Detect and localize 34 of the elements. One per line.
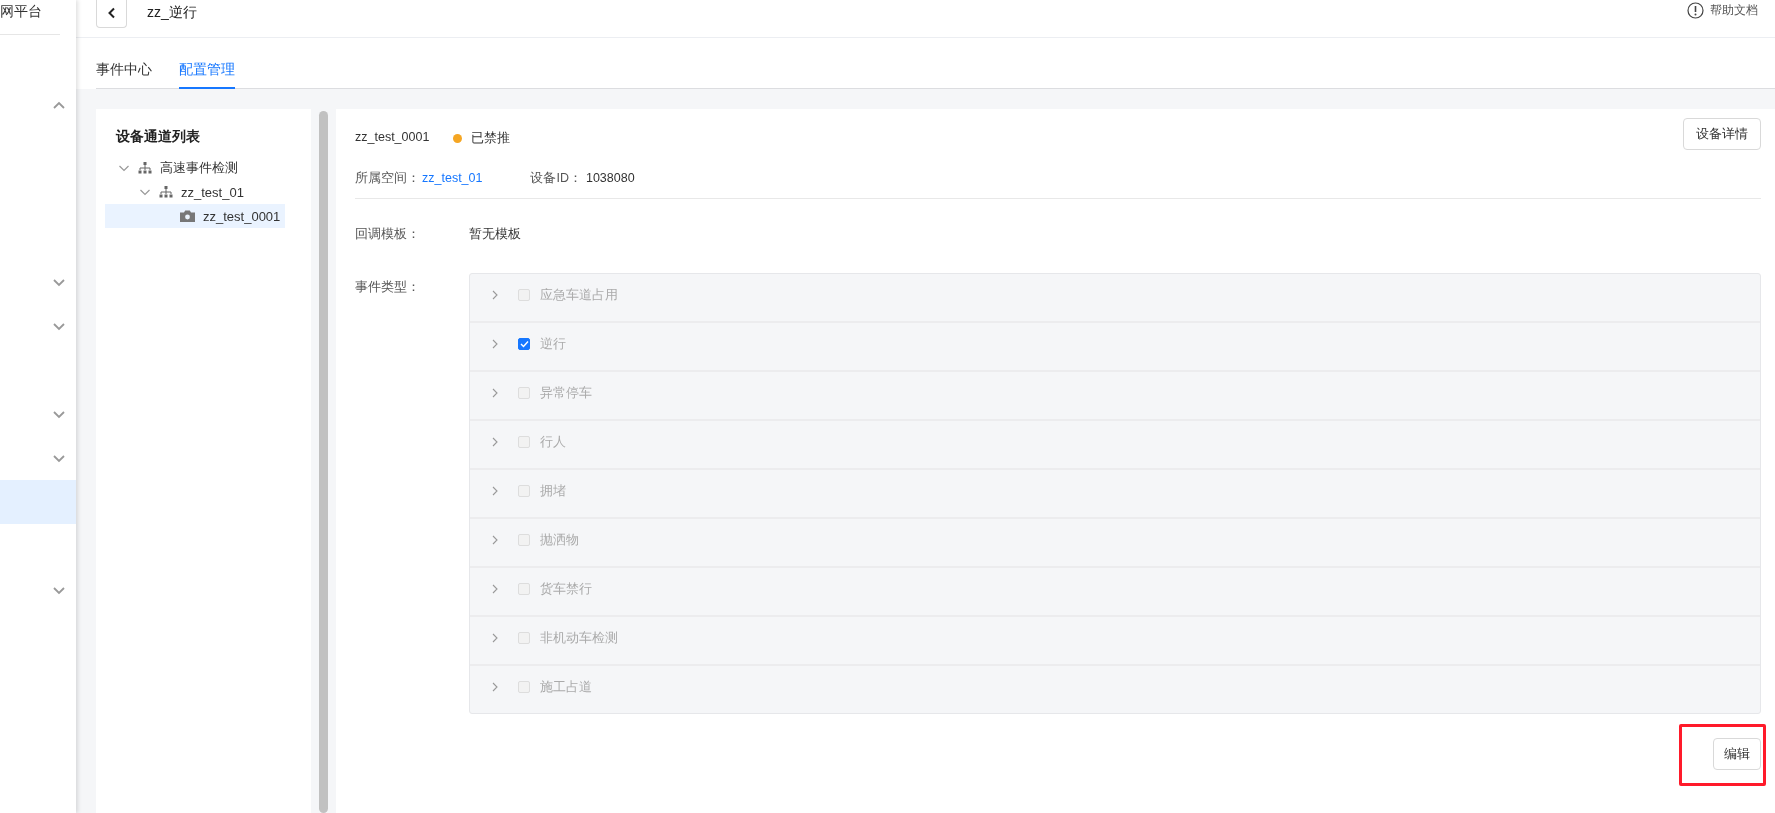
device-name: zz_test_0001 xyxy=(355,130,430,144)
event-types-label: 事件类型： xyxy=(355,280,420,294)
event-type-label: 逆行 xyxy=(540,335,566,353)
event-type-label: 施工占道 xyxy=(540,678,592,696)
status-label: 已禁推 xyxy=(471,130,511,147)
event-type-label: 行人 xyxy=(540,433,566,451)
info-icon xyxy=(1687,2,1704,19)
event-type-label: 货车禁行 xyxy=(540,580,592,598)
template-label: 回调模板： xyxy=(355,226,420,241)
tab[interactable]: 事件中心 xyxy=(96,61,152,89)
event-type-label: 抛洒物 xyxy=(540,531,579,549)
hierarchy-icon xyxy=(159,186,173,198)
device-id-value: 1038080 xyxy=(585,171,635,185)
hierarchy-icon xyxy=(138,162,152,174)
back-button[interactable] xyxy=(96,0,127,28)
device-id-label: 设备ID： xyxy=(530,169,582,187)
space-link[interactable]: zz_test_01 xyxy=(422,171,483,185)
edit-button[interactable]: 编辑 xyxy=(1713,738,1761,770)
tab[interactable]: 配置管理 xyxy=(179,61,235,89)
scrollbar[interactable] xyxy=(319,111,328,813)
event-type-label: 异常停车 xyxy=(540,384,592,402)
tree-node-label[interactable]: 高速事件检测 xyxy=(160,159,238,177)
camera-icon xyxy=(180,210,195,222)
help-link[interactable]: 帮助文档 xyxy=(1687,2,1758,19)
sidebar-title: 网平台 xyxy=(0,2,43,21)
tree-title: 设备通道列表 xyxy=(116,128,200,146)
event-type-label: 非机动车检测 xyxy=(540,629,618,647)
template-value: 暂无模板 xyxy=(469,225,521,243)
event-type-label: 应急车道占用 xyxy=(540,286,618,304)
tree-node-label[interactable]: zz_test_01 xyxy=(181,184,244,200)
space-label: 所属空间： xyxy=(355,169,420,187)
event-type-label: 拥堵 xyxy=(540,482,566,500)
device-details-button[interactable]: 设备详情 xyxy=(1683,118,1761,150)
page-title: zz_逆行 xyxy=(147,4,197,22)
